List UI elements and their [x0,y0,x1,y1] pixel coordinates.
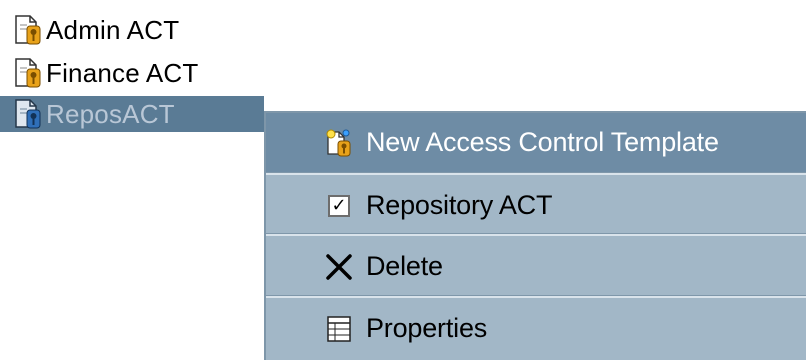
context-menu: New Access Control Template ✓ Repository… [264,111,806,360]
delete-x-icon [324,252,354,282]
tree-item-label: ReposACT [46,98,175,129]
tree-item-label: Admin ACT [46,14,180,45]
menu-separator [266,295,806,298]
menu-item-properties[interactable]: Properties [266,299,806,358]
menu-item-label: Delete [366,251,443,281]
menu-item-label: New Access Control Template [366,127,719,157]
menu-separator [266,172,806,175]
menu-item-repository-act[interactable]: ✓ Repository ACT [266,176,806,235]
menu-item-label: Repository ACT [366,190,553,220]
tree-item-finance-act[interactable]: Finance ACT [14,55,199,91]
tree-item-admin-act[interactable]: Admin ACT [14,12,179,48]
menu-item-new-access-control-template[interactable]: New Access Control Template [266,113,806,172]
properties-icon [324,314,354,344]
screen: Admin ACT Finance ACT ReposACT New Acces… [0,0,806,360]
document-key-blue-icon [14,99,42,129]
document-key-icon [14,15,42,45]
document-key-icon [14,58,42,88]
tree-item-repos-act[interactable]: ReposACT [0,96,264,132]
tree-item-label: Finance ACT [46,57,199,88]
new-template-icon [324,128,354,158]
menu-item-label: Properties [366,313,488,343]
checkbox-icon: ✓ [324,191,354,221]
repository-act-checkbox[interactable]: ✓ [328,194,350,217]
menu-separator [266,233,806,236]
menu-item-delete[interactable]: Delete [266,237,806,296]
